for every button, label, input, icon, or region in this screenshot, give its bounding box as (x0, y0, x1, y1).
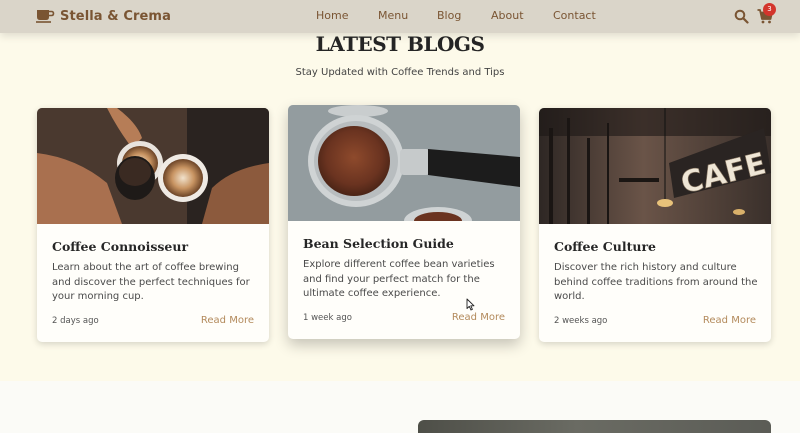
cart-count-badge: 3 (763, 3, 776, 16)
brand-name: Stella & Crema (60, 8, 171, 24)
card-description: Explore different coffee bean varieties … (303, 259, 495, 299)
read-more-link[interactable]: Read More (452, 311, 505, 324)
read-more-link[interactable]: Read More (703, 314, 756, 327)
section-title: LATEST BLOGS (315, 32, 485, 56)
nav-link-home[interactable]: Home (316, 9, 348, 23)
section-subtitle: Stay Updated with Coffee Trends and Tips (295, 67, 505, 78)
card-title: Coffee Connoisseur (52, 239, 189, 254)
mouse-cursor-icon (466, 298, 475, 311)
latte-art-cups-image (37, 108, 269, 224)
card-title: Bean Selection Guide (303, 236, 454, 251)
card-description: Learn about the art of coffee brewing an… (52, 262, 250, 302)
card-date: 2 days ago (52, 316, 99, 326)
blog-card[interactable]: Bean Selection Guide Explore different c… (288, 105, 520, 339)
nav-link-blog[interactable]: Blog (437, 9, 461, 23)
card-date: 2 weeks ago (554, 316, 608, 326)
next-section-image (418, 420, 771, 433)
portafilter-grounds-image (288, 105, 520, 221)
coffee-cup-icon (36, 10, 55, 23)
read-more-link[interactable]: Read More (201, 314, 254, 327)
card-date: 1 week ago (303, 313, 352, 323)
blog-card[interactable]: Coffee Connoisseur Learn about the art o… (37, 108, 269, 342)
nav-link-contact[interactable]: Contact (553, 9, 596, 23)
blog-card[interactable]: CAFE Coffee Culture Discover the rich hi… (539, 108, 771, 342)
card-description: Discover the rich history and culture be… (554, 262, 758, 302)
top-navbar: Stella & Crema Home Menu Blog About Cont… (0, 0, 800, 33)
brand-logo[interactable]: Stella & Crema (36, 7, 171, 25)
nav-link-about[interactable]: About (491, 9, 524, 23)
search-icon[interactable] (734, 9, 749, 24)
cafe-sign-image: CAFE (539, 108, 771, 224)
nav-link-menu[interactable]: Menu (378, 9, 408, 23)
card-title: Coffee Culture (554, 239, 656, 254)
